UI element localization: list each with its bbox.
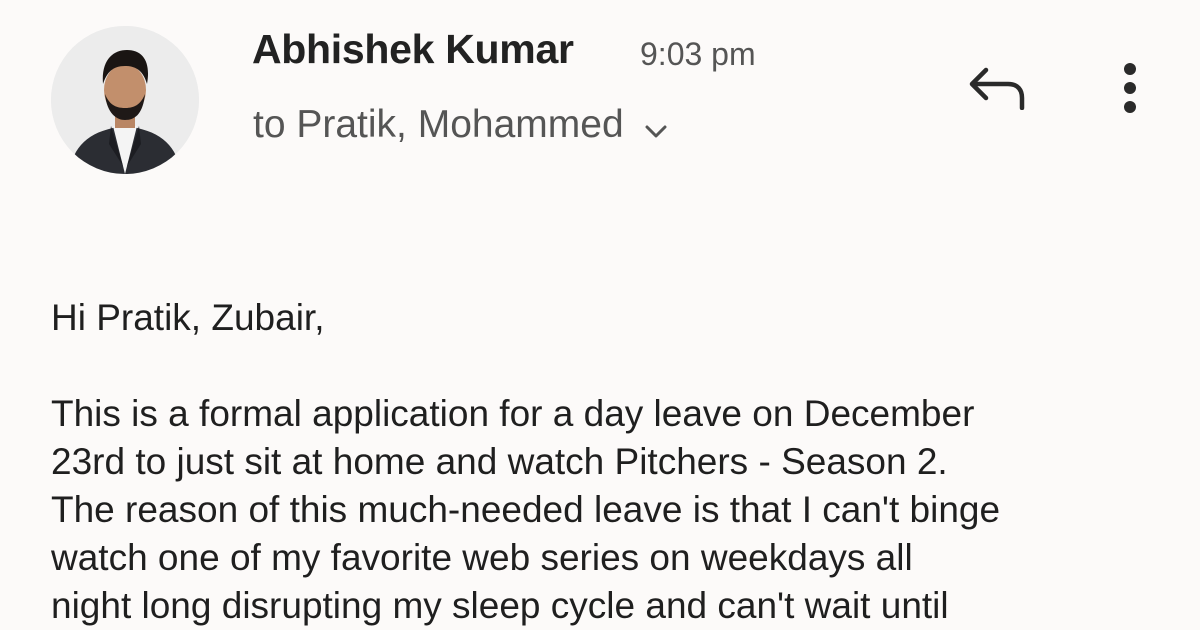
- email-body: Hi Pratik, Zubair, This is a formal appl…: [51, 294, 1171, 630]
- email-body-line: 23rd to just sit at home and watch Pitch…: [51, 441, 948, 482]
- email-body-line: This is a formal application for a day l…: [51, 393, 975, 434]
- sender-avatar[interactable]: [51, 26, 199, 174]
- reply-icon: [968, 66, 1028, 115]
- more-vert-icon: [1122, 61, 1138, 120]
- sent-time: 9:03 pm: [640, 36, 756, 72]
- avatar-photo: [51, 26, 199, 174]
- email-body-line: The reason of this much-needed leave is …: [51, 489, 1001, 530]
- recipients-toggle[interactable]: to Pratik, Mohammed: [253, 100, 668, 150]
- sender-name[interactable]: Abhishek Kumar: [252, 26, 574, 73]
- email-body-line: night long disrupting my sleep cycle and…: [51, 585, 949, 626]
- more-options-button[interactable]: [1100, 58, 1160, 122]
- chevron-down-icon[interactable]: [644, 106, 668, 150]
- email-body-line: watch one of my favorite web series on w…: [51, 537, 913, 578]
- reply-button[interactable]: [962, 58, 1034, 122]
- recipients-label: to Pratik, Mohammed: [253, 103, 624, 146]
- email-greeting: Hi Pratik, Zubair,: [51, 297, 325, 338]
